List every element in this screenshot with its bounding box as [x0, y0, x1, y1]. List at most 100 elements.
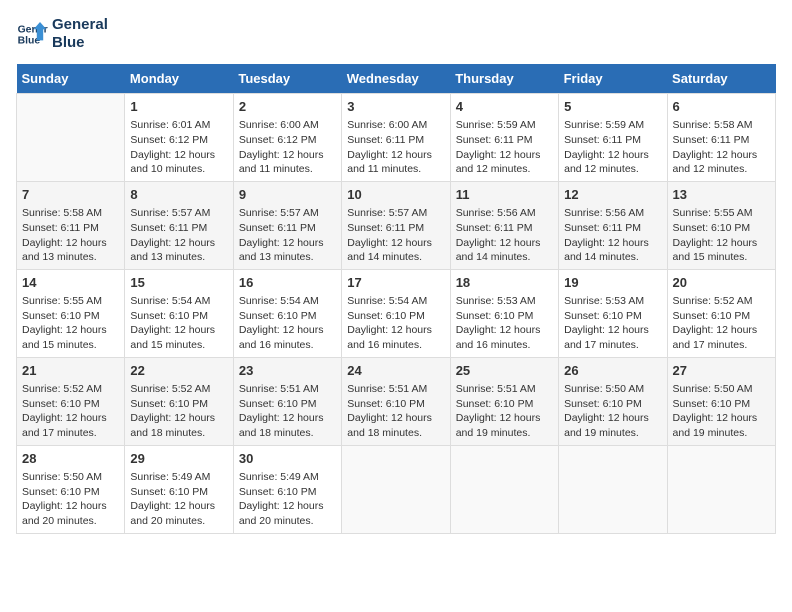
calendar-cell: 9 Sunrise: 5:57 AM Sunset: 6:11 PM Daylig…	[233, 181, 341, 269]
day-info: Sunrise: 5:58 AM Sunset: 6:11 PM Dayligh…	[673, 118, 770, 177]
week-row-3: 14Sunrise: 5:55 AM Sunset: 6:10 PM Dayli…	[17, 269, 776, 357]
calendar-cell: 10 Sunrise: 5:57 AM Sunset: 6:11 PM Dayli…	[342, 181, 450, 269]
day-number: 20	[673, 274, 770, 292]
day-info: Sunrise: 5:51 AM Sunset: 6:10 PM Dayligh…	[239, 382, 336, 441]
day-number: 18	[456, 274, 553, 292]
column-header-sunday: Sunday	[17, 64, 125, 94]
day-number: 9	[239, 186, 336, 204]
day-number: 25	[456, 362, 553, 380]
day-info: Sunrise: 6:00 AM Sunset: 6:11 PM Dayligh…	[347, 118, 444, 177]
calendar-cell: 19 Sunrise: 5:53 AM Sunset: 6:10 PM Dayli…	[559, 269, 667, 357]
day-info: Sunrise: 5:53 AM Sunset: 6:10 PM Dayligh…	[564, 294, 661, 353]
week-row-2: 7Sunrise: 5:58 AM Sunset: 6:11 PM Daylig…	[17, 181, 776, 269]
calendar-cell: 1 Sunrise: 6:01 AM Sunset: 6:12 PM Daylig…	[125, 94, 233, 182]
day-info: Sunrise: 5:56 AM Sunset: 6:11 PM Dayligh…	[564, 206, 661, 265]
header: General Blue General Blue	[16, 16, 776, 52]
day-info: Sunrise: 5:51 AM Sunset: 6:10 PM Dayligh…	[456, 382, 553, 441]
calendar-cell: 20 Sunrise: 5:52 AM Sunset: 6:10 PM Dayli…	[667, 269, 775, 357]
day-info: Sunrise: 5:51 AM Sunset: 6:10 PM Dayligh…	[347, 382, 444, 441]
calendar-cell: 27 Sunrise: 5:50 AM Sunset: 6:10 PM Dayli…	[667, 357, 775, 445]
day-info: Sunrise: 5:49 AM Sunset: 6:10 PM Dayligh…	[130, 470, 227, 529]
day-info: Sunrise: 5:52 AM Sunset: 6:10 PM Dayligh…	[22, 382, 119, 441]
calendar-cell: 21 Sunrise: 5:52 AM Sunset: 6:10 PM Dayli…	[17, 357, 125, 445]
day-info: Sunrise: 6:01 AM Sunset: 6:12 PM Dayligh…	[130, 118, 227, 177]
day-number: 4	[456, 98, 553, 116]
day-number: 19	[564, 274, 661, 292]
calendar-table: SundayMondayTuesdayWednesdayThursdayFrid…	[16, 64, 776, 534]
calendar-cell: 6 Sunrise: 5:58 AM Sunset: 6:11 PM Daylig…	[667, 94, 775, 182]
column-header-monday: Monday	[125, 64, 233, 94]
day-info: Sunrise: 5:50 AM Sunset: 6:10 PM Dayligh…	[22, 470, 119, 529]
day-info: Sunrise: 5:54 AM Sunset: 6:10 PM Dayligh…	[239, 294, 336, 353]
calendar-cell: 17 Sunrise: 5:54 AM Sunset: 6:10 PM Dayli…	[342, 269, 450, 357]
day-info: Sunrise: 5:54 AM Sunset: 6:10 PM Dayligh…	[130, 294, 227, 353]
day-info: Sunrise: 5:57 AM Sunset: 6:11 PM Dayligh…	[239, 206, 336, 265]
logo-icon: General Blue	[16, 18, 48, 50]
day-number: 13	[673, 186, 770, 204]
day-info: Sunrise: 5:54 AM Sunset: 6:10 PM Dayligh…	[347, 294, 444, 353]
calendar-cell: 16Sunrise: 5:54 AM Sunset: 6:10 PM Dayli…	[233, 269, 341, 357]
column-header-friday: Friday	[559, 64, 667, 94]
day-number: 15	[130, 274, 227, 292]
day-info: Sunrise: 5:52 AM Sunset: 6:10 PM Dayligh…	[673, 294, 770, 353]
day-info: Sunrise: 5:55 AM Sunset: 6:10 PM Dayligh…	[673, 206, 770, 265]
day-info: Sunrise: 5:57 AM Sunset: 6:11 PM Dayligh…	[347, 206, 444, 265]
day-number: 22	[130, 362, 227, 380]
calendar-cell: 18 Sunrise: 5:53 AM Sunset: 6:10 PM Dayli…	[450, 269, 558, 357]
calendar-cell: 22 Sunrise: 5:52 AM Sunset: 6:10 PM Dayli…	[125, 357, 233, 445]
week-row-5: 28 Sunrise: 5:50 AM Sunset: 6:10 PM Dayli…	[17, 445, 776, 533]
logo-text: General Blue	[52, 16, 108, 52]
calendar-cell: 23 Sunrise: 5:51 AM Sunset: 6:10 PM Dayli…	[233, 357, 341, 445]
day-info: Sunrise: 5:53 AM Sunset: 6:10 PM Dayligh…	[456, 294, 553, 353]
day-info: Sunrise: 5:50 AM Sunset: 6:10 PM Dayligh…	[564, 382, 661, 441]
day-number: 3	[347, 98, 444, 116]
calendar-cell	[450, 445, 558, 533]
day-number: 27	[673, 362, 770, 380]
day-number: 1	[130, 98, 227, 116]
calendar-cell: 12Sunrise: 5:56 AM Sunset: 6:11 PM Dayli…	[559, 181, 667, 269]
day-number: 17	[347, 274, 444, 292]
calendar-cell: 24 Sunrise: 5:51 AM Sunset: 6:10 PM Dayli…	[342, 357, 450, 445]
calendar-cell: 26Sunrise: 5:50 AM Sunset: 6:10 PM Dayli…	[559, 357, 667, 445]
calendar-cell: 3 Sunrise: 6:00 AM Sunset: 6:11 PM Daylig…	[342, 94, 450, 182]
day-number: 21	[22, 362, 119, 380]
column-header-tuesday: Tuesday	[233, 64, 341, 94]
day-number: 28	[22, 450, 119, 468]
logo: General Blue General Blue	[16, 16, 108, 52]
header-row: SundayMondayTuesdayWednesdayThursdayFrid…	[17, 64, 776, 94]
calendar-cell	[17, 94, 125, 182]
day-number: 24	[347, 362, 444, 380]
day-info: Sunrise: 5:49 AM Sunset: 6:10 PM Dayligh…	[239, 470, 336, 529]
calendar-cell: 28 Sunrise: 5:50 AM Sunset: 6:10 PM Dayli…	[17, 445, 125, 533]
calendar-cell: 25 Sunrise: 5:51 AM Sunset: 6:10 PM Dayli…	[450, 357, 558, 445]
day-number: 10	[347, 186, 444, 204]
day-number: 7	[22, 186, 119, 204]
calendar-cell: 11 Sunrise: 5:56 AM Sunset: 6:11 PM Dayli…	[450, 181, 558, 269]
calendar-cell: 2Sunrise: 6:00 AM Sunset: 6:12 PM Daylig…	[233, 94, 341, 182]
day-number: 14	[22, 274, 119, 292]
day-info: Sunrise: 5:50 AM Sunset: 6:10 PM Dayligh…	[673, 382, 770, 441]
day-info: Sunrise: 5:56 AM Sunset: 6:11 PM Dayligh…	[456, 206, 553, 265]
day-number: 11	[456, 186, 553, 204]
calendar-cell: 4Sunrise: 5:59 AM Sunset: 6:11 PM Daylig…	[450, 94, 558, 182]
calendar-cell: 30 Sunrise: 5:49 AM Sunset: 6:10 PM Dayli…	[233, 445, 341, 533]
day-number: 29	[130, 450, 227, 468]
calendar-cell: 14Sunrise: 5:55 AM Sunset: 6:10 PM Dayli…	[17, 269, 125, 357]
day-number: 6	[673, 98, 770, 116]
column-header-thursday: Thursday	[450, 64, 558, 94]
calendar-cell	[667, 445, 775, 533]
day-info: Sunrise: 5:59 AM Sunset: 6:11 PM Dayligh…	[564, 118, 661, 177]
day-number: 30	[239, 450, 336, 468]
calendar-cell	[342, 445, 450, 533]
day-number: 5	[564, 98, 661, 116]
day-info: Sunrise: 6:00 AM Sunset: 6:12 PM Dayligh…	[239, 118, 336, 177]
calendar-cell: 5 Sunrise: 5:59 AM Sunset: 6:11 PM Daylig…	[559, 94, 667, 182]
day-info: Sunrise: 5:52 AM Sunset: 6:10 PM Dayligh…	[130, 382, 227, 441]
calendar-cell: 8 Sunrise: 5:57 AM Sunset: 6:11 PM Daylig…	[125, 181, 233, 269]
day-info: Sunrise: 5:57 AM Sunset: 6:11 PM Dayligh…	[130, 206, 227, 265]
week-row-4: 21 Sunrise: 5:52 AM Sunset: 6:10 PM Dayli…	[17, 357, 776, 445]
day-number: 8	[130, 186, 227, 204]
column-header-saturday: Saturday	[667, 64, 775, 94]
day-number: 23	[239, 362, 336, 380]
column-header-wednesday: Wednesday	[342, 64, 450, 94]
